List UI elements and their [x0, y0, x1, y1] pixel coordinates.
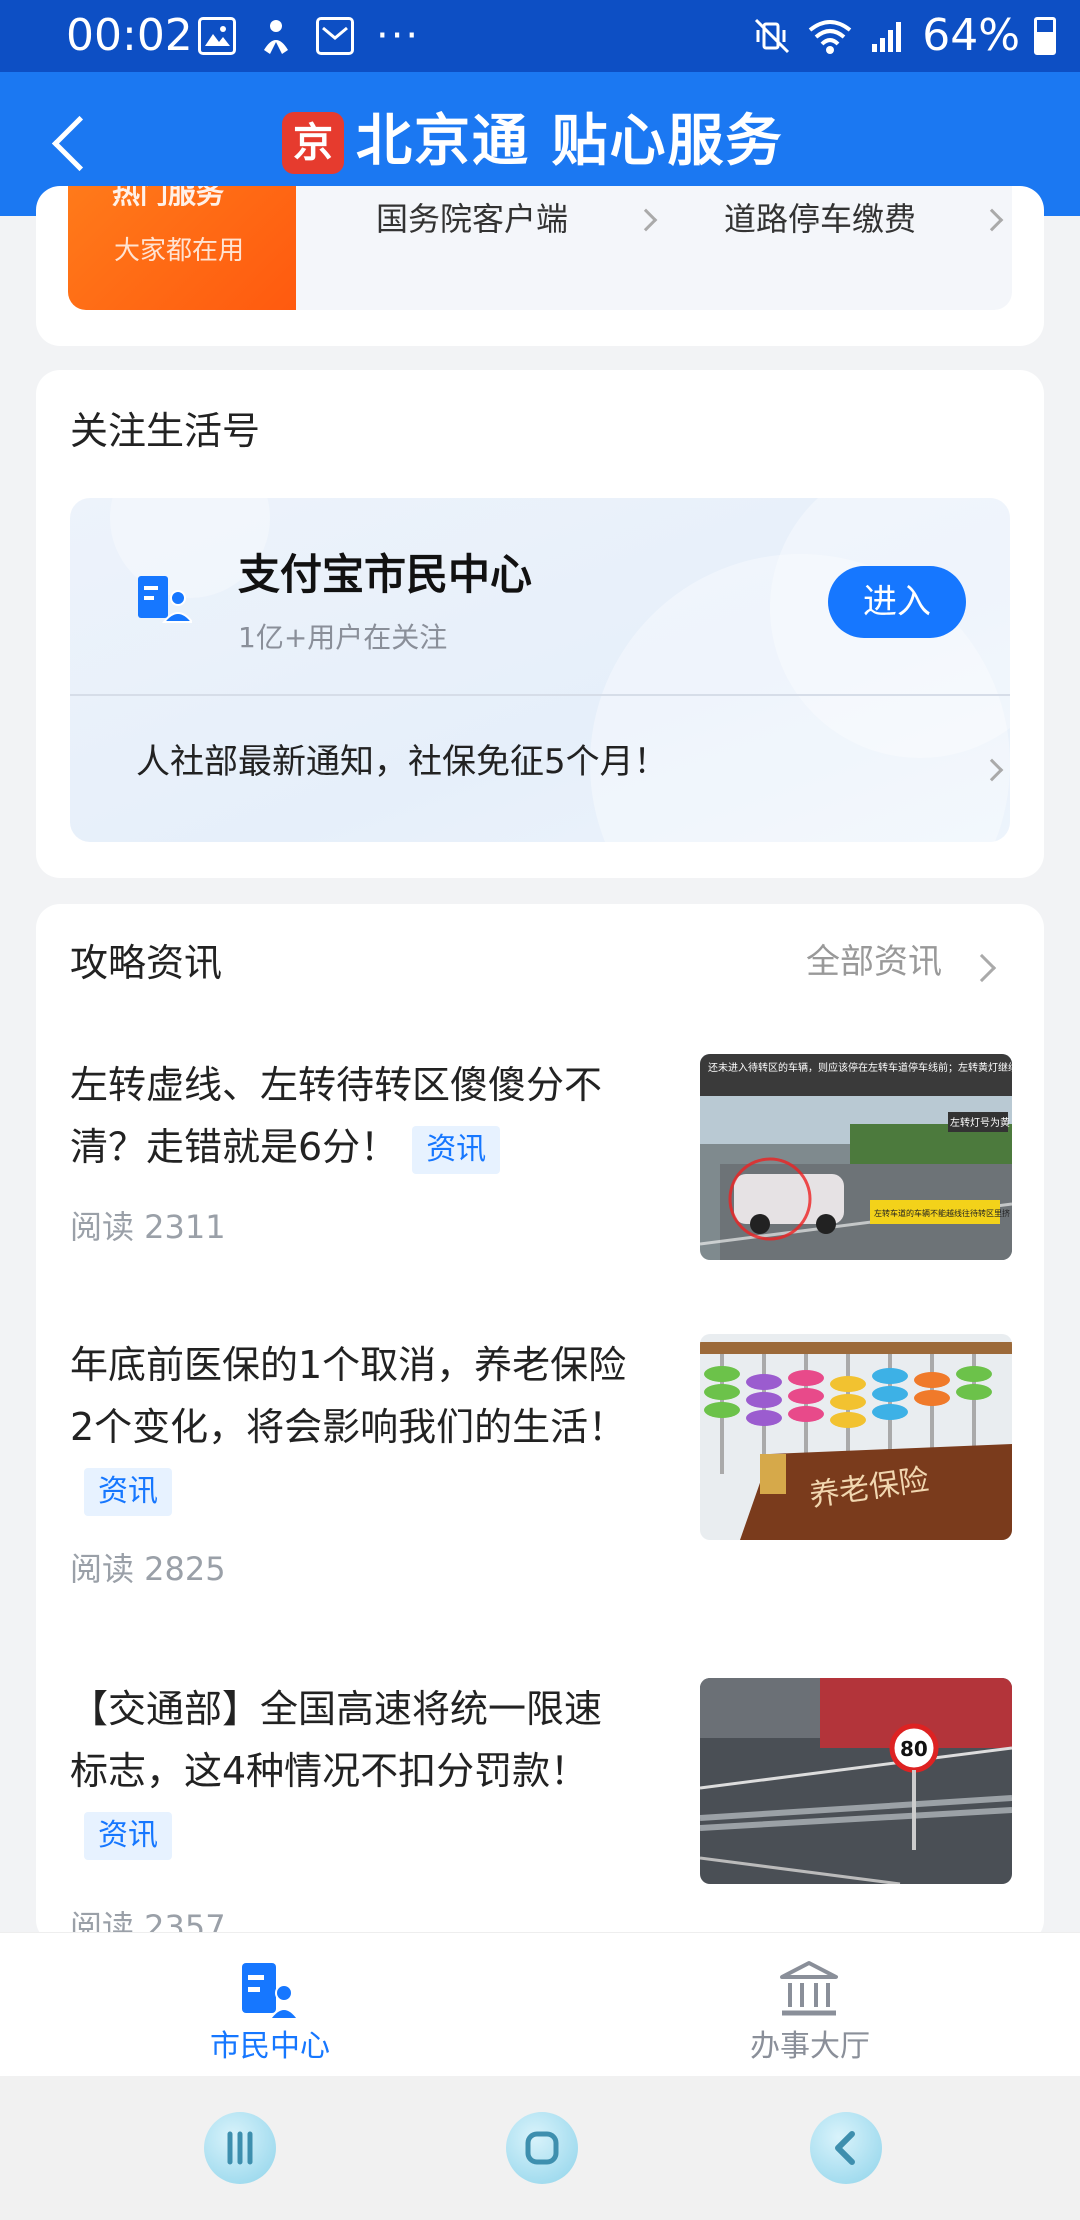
article-title: 左转虚线、左转待转区傻傻分不清？走错就是6分！ 资讯	[70, 1054, 630, 1178]
all-news-link[interactable]: 全部资讯	[806, 938, 942, 986]
signal-icon	[872, 22, 902, 52]
system-indicators: 64%	[752, 10, 1056, 62]
nav-label: 办事大厅	[750, 2029, 870, 2064]
citizen-center-icon	[138, 576, 192, 623]
life-account-section-title: 关注生活号	[70, 409, 261, 453]
news-card: 攻略资讯 全部资讯 左转虚线、左转待转区傻傻分不清？走错就是6分！ 资讯 阅读 2…	[36, 904, 1044, 1944]
gallery-icon	[198, 17, 236, 55]
thumb-caption: 还未进入待转区的车辆，则应该停在左转车道停车线前；左转黄灯继续往待转区里挤，否则…	[708, 1061, 1012, 1074]
status-time: 00:02	[66, 10, 193, 61]
back-button[interactable]	[46, 116, 102, 172]
article-tag: 资讯	[412, 1125, 501, 1174]
article-title: 【交通部】全国高速将统一限速标志，这4种情况不扣分罚款！ 资讯	[70, 1678, 630, 1864]
system-back-button[interactable]	[810, 2112, 882, 2184]
app-notification-icon	[264, 20, 288, 54]
recent-apps-button[interactable]	[204, 2112, 276, 2184]
nav-label: 市民中心	[210, 2029, 330, 2064]
article-tag: 资讯	[84, 1467, 172, 1516]
life-account-box[interactable]: 支付宝市民中心 1亿+用户在关注 进入 人社部最新通知，社保免征5个月！	[70, 498, 1010, 842]
news-article[interactable]: 左转虚线、左转待转区傻傻分不清？走错就是6分！ 资讯 阅读 2311 还未进入待转…	[70, 1054, 1012, 1284]
life-account-notice[interactable]: 人社部最新通知，社保免征5个月！	[136, 740, 668, 784]
system-navigation-bar	[0, 2076, 1080, 2220]
article-reads: 阅读 2825	[70, 1550, 226, 1588]
status-bar: 00:02 ··· 64%	[0, 0, 1080, 72]
vibrate-mute-icon	[755, 18, 790, 54]
notification-icons: ···	[198, 16, 420, 56]
divider	[70, 694, 1010, 696]
article-thumbnail-pension: 养老保险	[700, 1334, 1012, 1540]
article-title-text: 年底前医保的1个取消，养老保险2个变化，将会影响我们的生活！	[70, 1343, 627, 1449]
hot-services-promo[interactable]: 热门服务 大家都在用	[68, 186, 296, 310]
news-article[interactable]: 年底前医保的1个取消，养老保险2个变化，将会影响我们的生活！ 资讯 阅读 2825	[70, 1334, 1012, 1604]
chevron-right-icon	[980, 208, 1004, 232]
services-card: 热门服务 大家都在用 国务院客户端 道路停车缴费	[36, 186, 1044, 346]
thumb-note: 左转车道的车辆不能越线往待转区里挤	[874, 1208, 1010, 1218]
beijing-tong-logo: 京	[282, 112, 344, 174]
article-reads: 阅读 2311	[70, 1208, 226, 1246]
article-thumbnail-traffic: 还未进入待转区的车辆，则应该停在左转车道停车线前；左转黄灯继续往待转区里挤，否则…	[700, 1054, 1012, 1260]
more-notifications-icon: ···	[376, 13, 421, 59]
bottom-navigation: 市民中心 办事大厅	[0, 1932, 1080, 2076]
nav-tab-government-hall[interactable]: 办事大厅	[540, 1933, 1080, 2077]
article-tag: 资讯	[84, 1811, 172, 1860]
citizen-center-icon	[242, 1963, 300, 2020]
page-title: 北京通 贴心服务	[356, 109, 784, 174]
service-item-parking-payment[interactable]: 道路停车缴费	[724, 198, 916, 240]
news-article[interactable]: 【交通部】全国高速将统一限速标志，这4种情况不扣分罚款！资讯 阅读 2357 8…	[70, 1678, 1012, 1944]
promo-subtitle: 大家都在用	[114, 236, 245, 266]
nav-tab-citizen-center[interactable]: 市民中心	[0, 1933, 540, 2077]
article-title: 年底前医保的1个取消，养老保险2个变化，将会影响我们的生活！ 资讯	[70, 1334, 630, 1520]
wifi-icon	[808, 20, 852, 54]
article-thumbnail-highway: 80	[700, 1678, 1012, 1884]
enter-button[interactable]: 进入	[828, 566, 966, 638]
life-account-name: 支付宝市民中心	[238, 550, 533, 599]
article-title-text: 左转虚线、左转待转区傻傻分不清？走错就是6分！	[70, 1063, 603, 1169]
battery-percent: 64%	[922, 10, 1020, 61]
speed-limit-text: 80	[900, 1737, 928, 1761]
promo-title: 热门服务	[112, 186, 225, 210]
chevron-right-icon	[967, 953, 997, 983]
quick-services-row: 国务院客户端 道路停车缴费	[296, 186, 1012, 310]
home-button[interactable]	[506, 2112, 578, 2184]
mail-icon	[316, 17, 354, 55]
service-item-state-council[interactable]: 国务院客户端	[376, 198, 568, 240]
chevron-right-icon	[634, 208, 658, 232]
news-section-title: 攻略资讯	[70, 941, 223, 985]
government-hall-icon	[780, 1961, 838, 2016]
life-account-followers: 1亿+用户在关注	[238, 621, 448, 654]
life-account-card: 关注生活号 支付宝市民中心 1亿+用户在关注 进入 人社部最新通知，社保免征5个…	[36, 370, 1044, 878]
battery-icon	[1034, 17, 1056, 55]
article-title-text: 【交通部】全国高速将统一限速标志，这4种情况不扣分罚款！	[70, 1687, 603, 1793]
thumb-sign: 左转灯号为黄	[950, 1116, 1010, 1129]
